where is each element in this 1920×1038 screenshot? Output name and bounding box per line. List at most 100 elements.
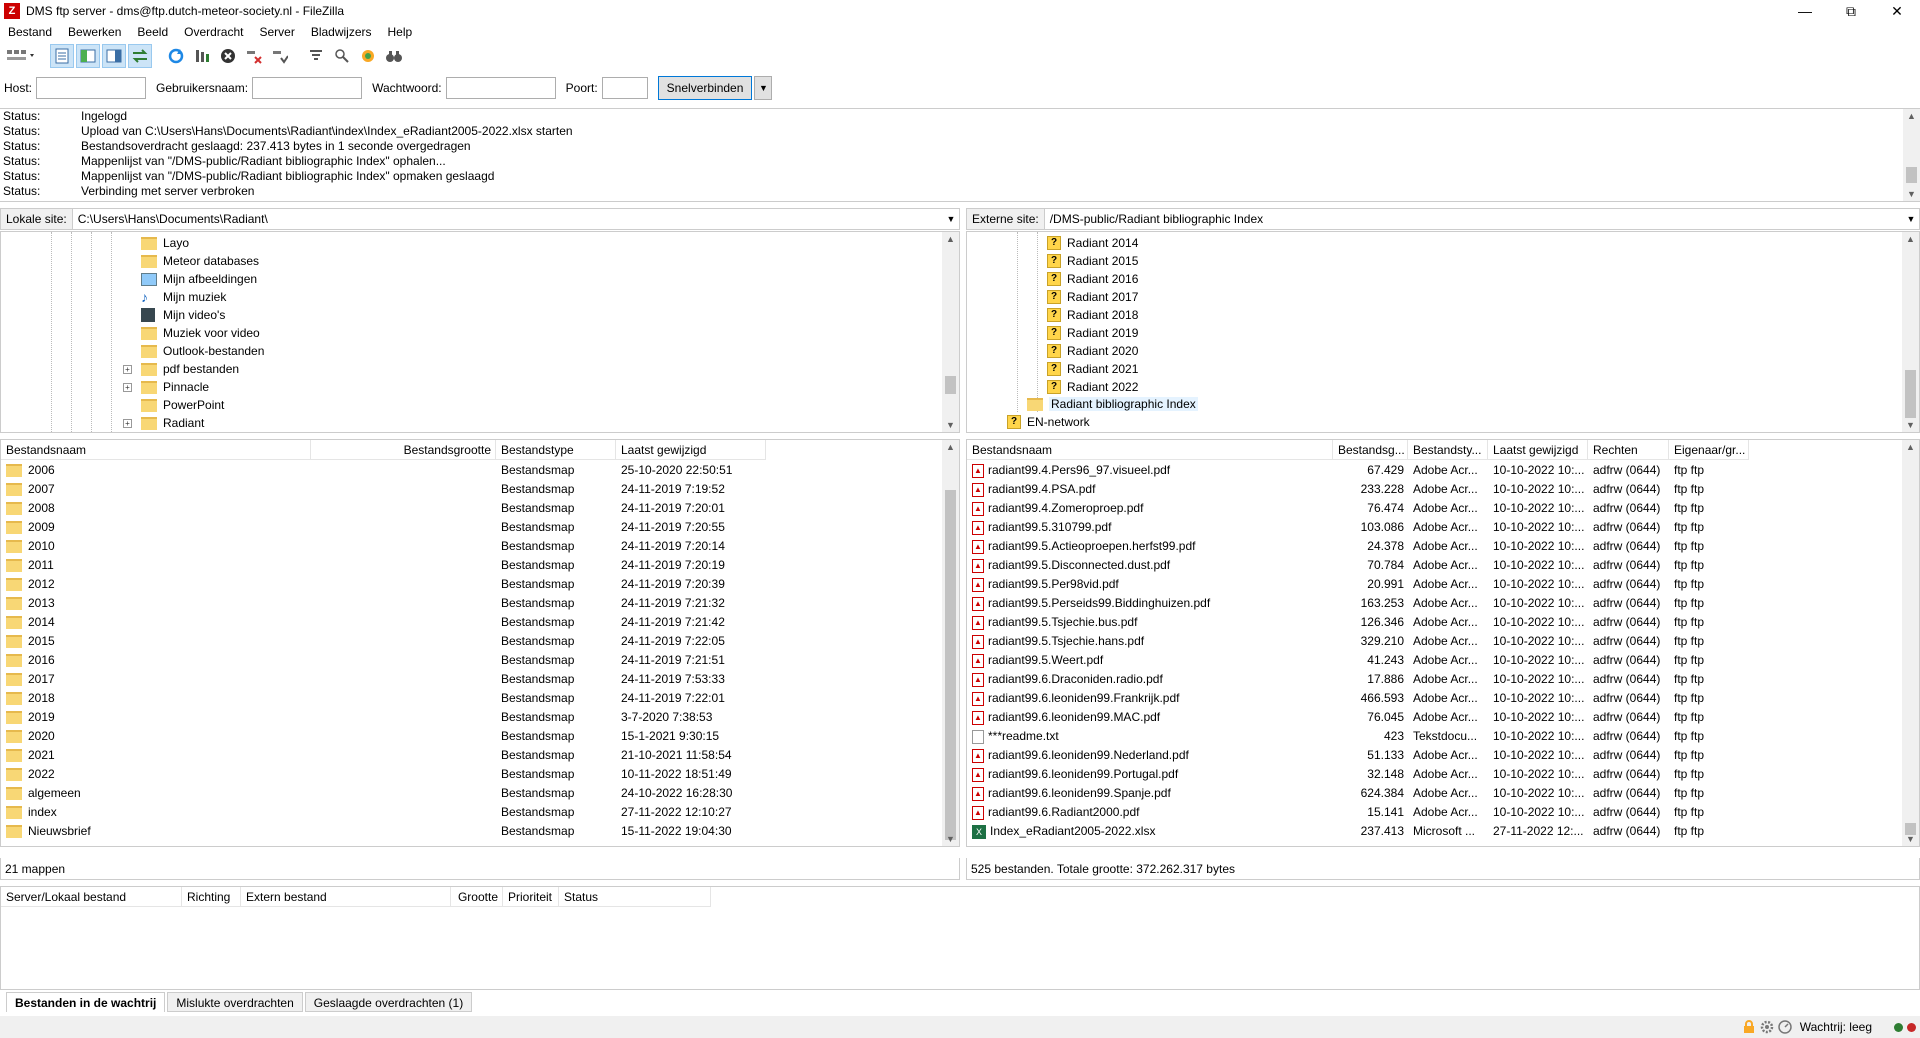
port-input[interactable] bbox=[601, 77, 648, 99]
tree-node[interactable]: Meteor databases bbox=[141, 252, 259, 270]
table-row[interactable]: 2008 Bestandsmap 24-11-2019 7:20:01 bbox=[1, 499, 766, 518]
col-filesize[interactable]: Bestandsg... bbox=[1333, 440, 1408, 460]
tree-node[interactable]: ? Radiant 2021 bbox=[1047, 360, 1138, 378]
table-row[interactable]: ▲ radiant99.4.Zomeroproep.pdf 76.474 Adobe … bbox=[967, 499, 1749, 518]
table-row[interactable]: 2022 Bestandsmap 10-11-2022 18:51:49 bbox=[1, 765, 766, 784]
table-row[interactable]: 2006 Bestandsmap 25-10-2020 22:50:51 bbox=[1, 461, 766, 480]
compare-directories-icon[interactable] bbox=[330, 44, 354, 68]
expand-icon[interactable]: + bbox=[123, 419, 132, 428]
table-row[interactable]: ▲ radiant99.4.PSA.pdf 233.228 Adobe Acr... 1… bbox=[967, 480, 1749, 499]
tree-node[interactable]: Outlook-bestanden bbox=[141, 342, 264, 360]
menu-beeld[interactable]: Beeld bbox=[129, 25, 176, 39]
close-button[interactable]: ✕ bbox=[1874, 0, 1920, 22]
table-row[interactable]: algemeen Bestandsmap 24-10-2022 16:28:30 bbox=[1, 784, 766, 803]
reconnect-icon[interactable] bbox=[268, 44, 292, 68]
table-row[interactable]: 2017 Bestandsmap 24-11-2019 7:53:33 bbox=[1, 670, 766, 689]
menu-bladwijzers[interactable]: Bladwijzers bbox=[303, 25, 380, 39]
filter-icon[interactable] bbox=[304, 44, 328, 68]
log-scrollbar[interactable]: ▲ ▼ bbox=[1903, 109, 1920, 201]
table-row[interactable]: 2010 Bestandsmap 24-11-2019 7:20:14 bbox=[1, 537, 766, 556]
tree-node[interactable]: Mijn video's bbox=[141, 306, 225, 324]
menu-overdracht[interactable]: Overdracht bbox=[176, 25, 251, 39]
table-row[interactable]: index Bestandsmap 27-11-2022 12:10:27 bbox=[1, 803, 766, 822]
tree-node[interactable]: ? Radiant 2020 bbox=[1047, 342, 1138, 360]
minimize-button[interactable]: — bbox=[1782, 0, 1828, 22]
tree-node[interactable]: ? Radiant 2019 bbox=[1047, 324, 1138, 342]
col-direction[interactable]: Richting bbox=[182, 887, 241, 907]
table-row[interactable]: ▲ radiant99.5.Disconnected.dust.pdf 70.784… bbox=[967, 556, 1749, 575]
local-directory-tree[interactable]: Layo Meteor databases Mijn afbeeldingen ♪ Mi… bbox=[0, 231, 960, 433]
table-row[interactable]: 2009 Bestandsmap 24-11-2019 7:20:55 bbox=[1, 518, 766, 537]
table-row[interactable]: ▲ radiant99.6.leoniden99.MAC.pdf 76.045 Ado… bbox=[967, 708, 1749, 727]
col-owner[interactable]: Eigenaar/gr... bbox=[1669, 440, 1749, 460]
table-row[interactable]: 2020 Bestandsmap 15-1-2021 9:30:15 bbox=[1, 727, 766, 746]
col-modified[interactable]: Laatst gewijzigd bbox=[616, 440, 766, 460]
remote-directory-tree[interactable]: ? Radiant 2014? Radiant 2015? Radiant 2016?… bbox=[966, 231, 1920, 433]
tree-node[interactable]: ? Radiant 2022 bbox=[1047, 378, 1138, 396]
col-priority[interactable]: Prioriteit bbox=[503, 887, 559, 907]
table-row[interactable]: ▲ radiant99.5.310799.pdf 103.086 Adobe Acr.… bbox=[967, 518, 1749, 537]
tab-failed-transfers[interactable]: Mislukte overdrachten bbox=[167, 992, 303, 1012]
tree-node[interactable]: Mijn afbeeldingen bbox=[141, 270, 257, 288]
col-filename[interactable]: Bestandsnaam bbox=[967, 440, 1333, 460]
tree-node[interactable]: Pinnacle bbox=[141, 378, 209, 396]
col-filetype[interactable]: Bestandstype bbox=[496, 440, 616, 460]
local-path-dropdown[interactable]: ▼ bbox=[943, 214, 959, 224]
table-row[interactable]: 2007 Bestandsmap 24-11-2019 7:19:52 bbox=[1, 480, 766, 499]
menu-help[interactable]: Help bbox=[380, 25, 421, 39]
table-row[interactable]: 2015 Bestandsmap 24-11-2019 7:22:05 bbox=[1, 632, 766, 651]
tree-node[interactable]: ? Radiant 2015 bbox=[1047, 252, 1138, 270]
col-status[interactable]: Status bbox=[559, 887, 711, 907]
col-server-local-file[interactable]: Server/Lokaal bestand bbox=[1, 887, 182, 907]
toggle-local-tree-icon[interactable] bbox=[76, 44, 100, 68]
menu-bewerken[interactable]: Bewerken bbox=[60, 25, 129, 39]
tree-node[interactable]: ? Radiant 2014 bbox=[1047, 234, 1138, 252]
col-permissions[interactable]: Rechten bbox=[1588, 440, 1669, 460]
local-list-scrollbar[interactable]: ▲ ▼ bbox=[942, 440, 959, 846]
refresh-icon[interactable] bbox=[164, 44, 188, 68]
col-modified[interactable]: Laatst gewijzigd bbox=[1488, 440, 1588, 460]
table-row[interactable]: 2012 Bestandsmap 24-11-2019 7:20:39 bbox=[1, 575, 766, 594]
sync-browsing-icon[interactable] bbox=[356, 44, 380, 68]
remote-list-scrollbar[interactable]: ▲ ▼ bbox=[1902, 440, 1919, 846]
expand-icon[interactable]: + bbox=[123, 383, 132, 392]
cancel-operation-icon[interactable] bbox=[216, 44, 240, 68]
table-row[interactable]: ▲ radiant99.5.Tsjechie.bus.pdf 126.346 Adob… bbox=[967, 613, 1749, 632]
username-input[interactable] bbox=[252, 77, 363, 99]
table-row[interactable]: ▲ radiant99.6.Draconiden.radio.pdf 17.886 A… bbox=[967, 670, 1749, 689]
table-row[interactable]: 2016 Bestandsmap 24-11-2019 7:21:51 bbox=[1, 651, 766, 670]
toggle-queue-icon[interactable] bbox=[128, 44, 152, 68]
table-row[interactable]: ▲ radiant99.4.Pers96_97.visueel.pdf 67.429… bbox=[967, 461, 1749, 480]
tree-node[interactable]: PowerPoint bbox=[141, 396, 224, 414]
menu-bestand[interactable]: Bestand bbox=[0, 25, 60, 39]
tree-node-network[interactable]: ? EN-network bbox=[1007, 413, 1090, 431]
tree-node[interactable]: ? Radiant 2018 bbox=[1047, 306, 1138, 324]
table-row[interactable]: ▲ radiant99.5.Tsjechie.hans.pdf 329.210 Ado… bbox=[967, 632, 1749, 651]
local-path-input[interactable]: C:\Users\Hans\Documents\Radiant\ bbox=[73, 212, 943, 226]
tree-node-parent[interactable]: Radiant bibliographic Index bbox=[1027, 395, 1198, 413]
transfer-queue[interactable]: Server/Lokaal bestand Richting Extern be… bbox=[0, 886, 1920, 990]
table-row[interactable]: ▲ radiant99.5.Actieoproepen.herfst99.pdf 2… bbox=[967, 537, 1749, 556]
tree-node[interactable]: ♪ Mijn muziek bbox=[141, 288, 226, 306]
remote-path-input[interactable]: /DMS-public/Radiant bibliographic Index bbox=[1045, 212, 1903, 226]
message-log[interactable]: Status: Ingelogd Status: Upload van C:\User… bbox=[0, 108, 1920, 202]
col-filetype[interactable]: Bestandsty... bbox=[1408, 440, 1488, 460]
process-queue-icon[interactable] bbox=[190, 44, 214, 68]
tree-node[interactable]: ? Radiant 2016 bbox=[1047, 270, 1138, 288]
password-input[interactable] bbox=[445, 77, 556, 99]
remote-file-list[interactable]: Bestandsnaam Bestandsg... Bestandsty... … bbox=[966, 439, 1920, 847]
table-row[interactable]: ▲ radiant99.6.leoniden99.Spanje.pdf 624.38… bbox=[967, 784, 1749, 803]
menu-server[interactable]: Server bbox=[251, 25, 302, 39]
table-row[interactable]: 2014 Bestandsmap 24-11-2019 7:21:42 bbox=[1, 613, 766, 632]
table-row[interactable]: 2013 Bestandsmap 24-11-2019 7:21:32 bbox=[1, 594, 766, 613]
tree-node[interactable]: Radiant bbox=[141, 414, 204, 432]
table-row[interactable]: X Index_eRadiant2005-2022.xlsx 237.413 Micr… bbox=[967, 822, 1749, 841]
table-row[interactable]: 2021 Bestandsmap 21-10-2021 11:58:54 bbox=[1, 746, 766, 765]
toggle-log-icon[interactable] bbox=[50, 44, 74, 68]
table-row[interactable]: 2018 Bestandsmap 24-11-2019 7:22:01 bbox=[1, 689, 766, 708]
table-row[interactable]: ▲ radiant99.6.Radiant2000.pdf 15.141 Adobe … bbox=[967, 803, 1749, 822]
remote-tree-scrollbar[interactable]: ▲ ▼ bbox=[1902, 232, 1919, 432]
col-remote-file[interactable]: Extern bestand bbox=[241, 887, 451, 907]
expand-icon[interactable]: + bbox=[123, 365, 132, 374]
tab-successful-transfers[interactable]: Geslaagde overdrachten (1) bbox=[304, 992, 473, 1012]
